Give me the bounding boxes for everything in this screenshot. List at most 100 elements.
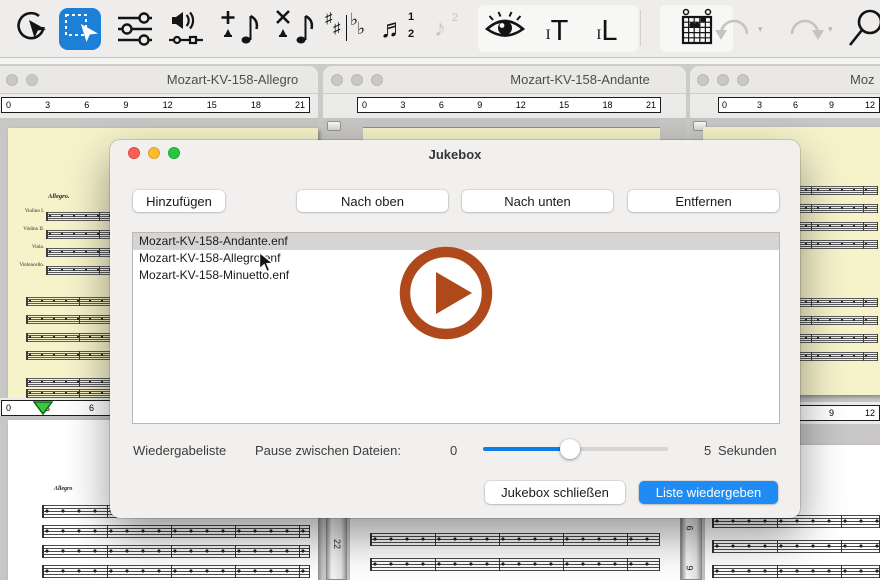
speaker-nodes-icon <box>165 7 209 51</box>
beamed-notes-icon: ♬ <box>380 15 406 41</box>
window-title: Mozart-KV-158-Andante <box>495 72 665 87</box>
grace-digit-label: 2 <box>452 13 458 24</box>
app-screen: ♯ ♯ ♭ ♭ ♬ 1 2 ♪ 2 IT IL <box>0 0 880 580</box>
staff <box>370 533 660 546</box>
measure-ruler: 0 3 6 9 12 15 18 21 <box>357 97 661 113</box>
sharp-icon: ♯ <box>325 11 333 26</box>
divider <box>346 15 347 41</box>
magnifier-icon <box>844 7 880 51</box>
speedy-entry-icon <box>8 7 52 51</box>
pause-min-value: 0 <box>450 443 457 459</box>
ruler-number: 9 <box>477 100 482 110</box>
flat-icon: ♭ <box>357 20 365 37</box>
grace-note-icon: ♪ <box>434 17 446 41</box>
speedy-entry-tool[interactable] <box>8 7 52 51</box>
window-title: Mozart-KV-158-Allegro <box>135 72 330 87</box>
smart-shape-tool[interactable] <box>483 7 527 51</box>
lyrics-tool[interactable]: IL <box>585 7 629 51</box>
ruler-number: 9 <box>829 408 834 418</box>
zoom-window-button[interactable] <box>737 74 749 86</box>
ruler-number: 15 <box>559 100 569 110</box>
accidentals-tool[interactable]: ♯ ♯ ♭ ♭ <box>323 7 367 51</box>
move-down-button[interactable]: Nach unten <box>462 190 613 212</box>
mixer-tool[interactable] <box>113 7 157 51</box>
instrument-label: Violino I. <box>8 209 44 214</box>
ruler-number: 9 <box>685 565 695 570</box>
ruler-number: 6 <box>84 100 89 110</box>
eye-icon <box>483 7 527 51</box>
ruler-number: 18 <box>603 100 613 110</box>
seconds-unit-label: Sekunden <box>718 443 777 459</box>
playlist-label: Wiedergabeliste <box>133 443 226 459</box>
ruler-number: 6 <box>685 525 695 530</box>
ruler-number: 22 <box>332 539 342 549</box>
close-window-button[interactable] <box>6 74 18 86</box>
measure-ruler: 0 3 6 9 12 15 18 21 <box>1 97 310 113</box>
toolbar: ♯ ♯ ♭ ♭ ♬ 1 2 ♪ 2 IT IL <box>0 0 880 58</box>
pause-label: Pause zwischen Dateien: <box>255 443 401 459</box>
close-window-button[interactable] <box>697 74 709 86</box>
ruler-number: 0 <box>362 100 367 110</box>
jukebox-dialog: Jukebox Hinzufügen Nach oben Nach unten … <box>110 140 800 518</box>
view-grabber[interactable] <box>327 121 341 131</box>
ruler-number: 6 <box>793 100 798 110</box>
undo-icon <box>711 7 755 51</box>
staff <box>42 545 310 558</box>
ruler-number: 0 <box>6 403 11 413</box>
redo-dropdown-caret: ▾ <box>828 24 833 35</box>
selection-tool[interactable] <box>58 7 102 51</box>
ruler-number: 12 <box>163 100 173 110</box>
playback-midi-tool[interactable] <box>165 7 209 51</box>
staff <box>42 565 310 578</box>
add-button[interactable]: Hinzufügen <box>133 190 225 212</box>
toolbar-divider <box>640 10 641 46</box>
plus-note-icon <box>218 7 262 51</box>
tempo-heading: Allegro. <box>48 193 70 200</box>
desktop-strip <box>0 58 880 64</box>
window-title: Moz <box>850 72 880 87</box>
x-note-icon <box>273 7 317 51</box>
staff <box>42 525 310 538</box>
mouse-cursor <box>258 251 275 274</box>
minimize-window-button[interactable] <box>26 74 38 86</box>
zoom-tool[interactable] <box>844 7 880 51</box>
remove-button[interactable]: Entfernen <box>628 190 779 212</box>
undo-button-disabled <box>711 7 755 51</box>
undo-dropdown-caret: ▾ <box>758 24 763 35</box>
move-up-button[interactable]: Nach oben <box>297 190 448 212</box>
staff <box>712 540 880 553</box>
close-jukebox-button[interactable]: Jukebox schließen <box>485 481 625 504</box>
text-tool[interactable]: IT <box>535 7 579 51</box>
simple-entry-add-tool[interactable] <box>218 7 262 51</box>
playback-position-marker[interactable] <box>33 401 53 415</box>
staff <box>370 558 660 571</box>
slider-fill <box>483 447 570 451</box>
instrument-label: Violino II. <box>8 227 44 232</box>
mixer-sliders-icon <box>113 7 157 51</box>
selection-marquee-icon <box>58 7 102 51</box>
ruler-number: 9 <box>123 100 128 110</box>
ruler-number: 21 <box>646 100 656 110</box>
simple-entry-delete-tool[interactable] <box>273 7 317 51</box>
instrument-label: Viola. <box>8 245 44 250</box>
voices-tool[interactable]: ♬ 1 2 <box>378 7 422 51</box>
close-window-button[interactable] <box>331 74 343 86</box>
instrument-label: Violoncello. <box>8 263 44 268</box>
grace-note-tool-disabled: ♪ 2 <box>428 7 472 51</box>
zoom-window-button[interactable] <box>371 74 383 86</box>
slider-thumb[interactable] <box>560 439 580 459</box>
play-list-button[interactable]: Liste wiedergeben <box>639 481 778 504</box>
ruler-number: 0 <box>722 100 727 110</box>
ruler-number: 3 <box>45 100 50 110</box>
redo-button-disabled <box>784 7 828 51</box>
pause-max-value: 5 <box>704 443 711 459</box>
ruler-number: 12 <box>865 408 875 418</box>
voice-1-label: 1 <box>408 12 414 23</box>
ruler-number: 9 <box>829 100 834 110</box>
ruler-number: 3 <box>757 100 762 110</box>
ruler-number: 12 <box>865 100 875 110</box>
minimize-window-button[interactable] <box>351 74 363 86</box>
play-indicator[interactable] <box>398 245 494 341</box>
pause-slider[interactable] <box>483 435 668 463</box>
minimize-window-button[interactable] <box>717 74 729 86</box>
